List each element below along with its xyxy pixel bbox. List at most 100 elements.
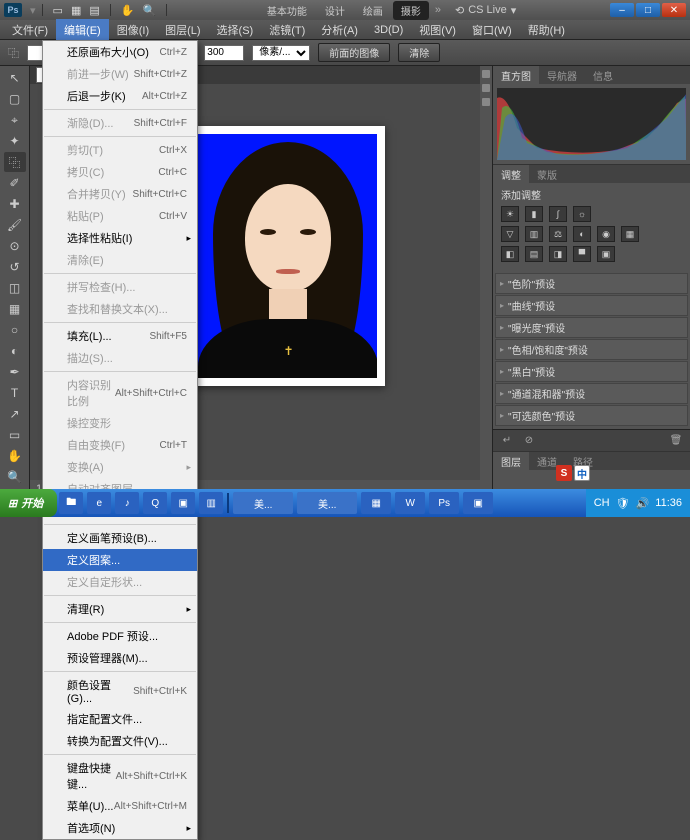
resolution-unit-select[interactable]: 像素/... <box>252 45 310 61</box>
mi-define-pattern[interactable]: 定义图案... <box>43 549 197 571</box>
mi-fill[interactable]: 填充(L)...Shift+F5 <box>43 325 197 347</box>
mi-stroke[interactable]: 描边(S)... <box>43 347 197 369</box>
menu-view[interactable]: 视图(V) <box>411 19 464 41</box>
document-canvas[interactable]: ✝ <box>190 126 385 386</box>
adj-curves-icon[interactable]: ∫ <box>549 206 567 222</box>
adj-hue-icon[interactable]: ▥ <box>525 226 543 242</box>
preset-hue[interactable]: "色相/饱和度"预设 <box>495 339 688 360</box>
type-tool[interactable]: T <box>4 383 26 403</box>
adj-bw-icon[interactable]: ◐ <box>573 226 591 242</box>
tray-icon[interactable]: 🛡 <box>616 497 630 510</box>
preset-exposure[interactable]: "曝光度"预设 <box>495 317 688 338</box>
adjust-clip-icon[interactable]: ↵ <box>499 434 515 448</box>
task-item[interactable]: ♪ <box>115 492 139 514</box>
tab-histogram[interactable]: 直方图 <box>493 66 539 84</box>
brush-tool[interactable]: 🖌 <box>4 215 26 235</box>
move-tool[interactable]: ↖ <box>4 68 26 88</box>
preset-mixer[interactable]: "通道混和器"预设 <box>495 383 688 404</box>
mi-copy[interactable]: 拷贝(C)Ctrl+C <box>43 161 197 183</box>
menu-file[interactable]: 文件(F) <box>4 19 56 41</box>
resolution-input[interactable] <box>204 45 244 61</box>
adj-vibrance-icon[interactable]: ▽ <box>501 226 519 242</box>
crop-tool[interactable]: ⿻ <box>4 152 26 172</box>
adj-levels-icon[interactable]: ▮ <box>525 206 543 222</box>
zoom-tool[interactable]: 🔍 <box>4 467 26 487</box>
mi-define-shape[interactable]: 定义自定形状... <box>43 571 197 593</box>
preset-curves[interactable]: "曲线"预设 <box>495 295 688 316</box>
lasso-tool[interactable]: ⌖ <box>4 110 26 130</box>
pen-tool[interactable]: ✒ <box>4 362 26 382</box>
tab-navigator[interactable]: 导航器 <box>539 66 585 84</box>
path-tool[interactable]: ↗ <box>4 404 26 424</box>
wand-tool[interactable]: ✦ <box>4 131 26 151</box>
adj-posterize-icon[interactable]: ▤ <box>525 246 543 262</box>
mi-find[interactable]: 查找和替换文本(X)... <box>43 298 197 320</box>
mi-copy-merged[interactable]: 合并拷贝(Y)Shift+Ctrl+C <box>43 183 197 205</box>
mi-assign-profile[interactable]: 指定配置文件... <box>43 708 197 730</box>
mi-convert-profile[interactable]: 转换为配置文件(V)... <box>43 730 197 752</box>
eyedropper-tool[interactable]: ✐ <box>4 173 26 193</box>
history-brush-tool[interactable]: ↺ <box>4 257 26 277</box>
heal-tool[interactable]: ✚ <box>4 194 26 214</box>
mi-preferences[interactable]: 首选项(N) <box>43 817 197 839</box>
mi-undo[interactable]: 还原画布大小(O)Ctrl+Z <box>43 41 197 63</box>
clear-button[interactable]: 清除 <box>398 43 440 62</box>
task-item[interactable]: ▣ <box>171 492 195 514</box>
dock-icon[interactable] <box>482 70 490 78</box>
task-item[interactable]: ▥ <box>199 492 223 514</box>
task-app[interactable]: ▦ <box>361 492 391 514</box>
window-minimize-button[interactable]: – <box>610 3 634 17</box>
task-app[interactable]: ▣ <box>463 492 493 514</box>
workspace-design[interactable]: 设计 <box>317 1 353 20</box>
system-tray[interactable]: CH 🛡 🔊 11:36 <box>586 489 690 517</box>
mi-spell[interactable]: 拼写检查(H)... <box>43 276 197 298</box>
menu-filter[interactable]: 滤镜(T) <box>261 19 313 41</box>
cs-live-button[interactable]: ⟲CS Live▾ <box>455 4 516 17</box>
mi-fade[interactable]: 渐隐(D)...Shift+Ctrl+F <box>43 112 197 134</box>
adj-photo-filter-icon[interactable]: ◉ <box>597 226 615 242</box>
blur-tool[interactable]: ○ <box>4 320 26 340</box>
task-item[interactable]: 🖿 <box>59 492 83 514</box>
adj-exposure-icon[interactable]: ☼ <box>573 206 591 222</box>
mi-preset-manager[interactable]: 预设管理器(M)... <box>43 647 197 669</box>
window-close-button[interactable]: ✕ <box>662 3 686 17</box>
eraser-tool[interactable]: ◫ <box>4 278 26 298</box>
mi-step-forward[interactable]: 前进一步(W)Shift+Ctrl+Z <box>43 63 197 85</box>
mi-color-settings[interactable]: 颜色设置(G)...Shift+Ctrl+K <box>43 674 197 708</box>
adjust-reset-icon[interactable]: ⊘ <box>521 434 537 448</box>
window-maximize-button[interactable]: □ <box>636 3 660 17</box>
task-app[interactable]: 美... <box>233 492 293 514</box>
mi-paste-special[interactable]: 选择性粘贴(I) <box>43 227 197 249</box>
mi-menus[interactable]: 菜单(U)...Alt+Shift+Ctrl+M <box>43 795 197 817</box>
dock-icon[interactable] <box>482 98 490 106</box>
adj-mixer-icon[interactable]: ▦ <box>621 226 639 242</box>
workspace-painting[interactable]: 绘画 <box>355 1 391 20</box>
task-item[interactable]: Q <box>143 492 167 514</box>
mi-purge[interactable]: 清理(R) <box>43 598 197 620</box>
adj-balance-icon[interactable]: ⚖ <box>549 226 567 242</box>
mi-clear[interactable]: 清除(E) <box>43 249 197 271</box>
adj-brightness-icon[interactable]: ☀ <box>501 206 519 222</box>
adj-gradient-icon[interactable]: ▀ <box>573 246 591 262</box>
mi-pdf-presets[interactable]: Adobe PDF 预设... <box>43 625 197 647</box>
dodge-tool[interactable]: ◐ <box>4 341 26 361</box>
adj-invert-icon[interactable]: ◧ <box>501 246 519 262</box>
mi-puppet[interactable]: 操控变形 <box>43 412 197 434</box>
ime-indicator[interactable]: S 中 <box>556 465 590 481</box>
adj-selective-icon[interactable]: ▣ <box>597 246 615 262</box>
dock-icon[interactable] <box>482 84 490 92</box>
tab-info[interactable]: 信息 <box>585 66 621 84</box>
marquee-tool[interactable]: ▢ <box>4 89 26 109</box>
menu-edit[interactable]: 编辑(E) <box>56 19 109 41</box>
hand-tool[interactable]: ✋ <box>4 446 26 466</box>
preset-levels[interactable]: "色阶"预设 <box>495 273 688 294</box>
adjust-trash-icon[interactable]: 🗑 <box>668 434 684 448</box>
menu-analysis[interactable]: 分析(A) <box>313 19 366 41</box>
menu-help[interactable]: 帮助(H) <box>520 19 573 41</box>
mi-transform[interactable]: 变换(A) <box>43 456 197 478</box>
preset-bw[interactable]: "黑白"预设 <box>495 361 688 382</box>
tab-layers[interactable]: 图层 <box>493 452 529 470</box>
task-app[interactable]: 美... <box>297 492 357 514</box>
tray-lang[interactable]: CH <box>594 497 610 509</box>
tray-icon[interactable]: 🔊 <box>636 497 650 510</box>
